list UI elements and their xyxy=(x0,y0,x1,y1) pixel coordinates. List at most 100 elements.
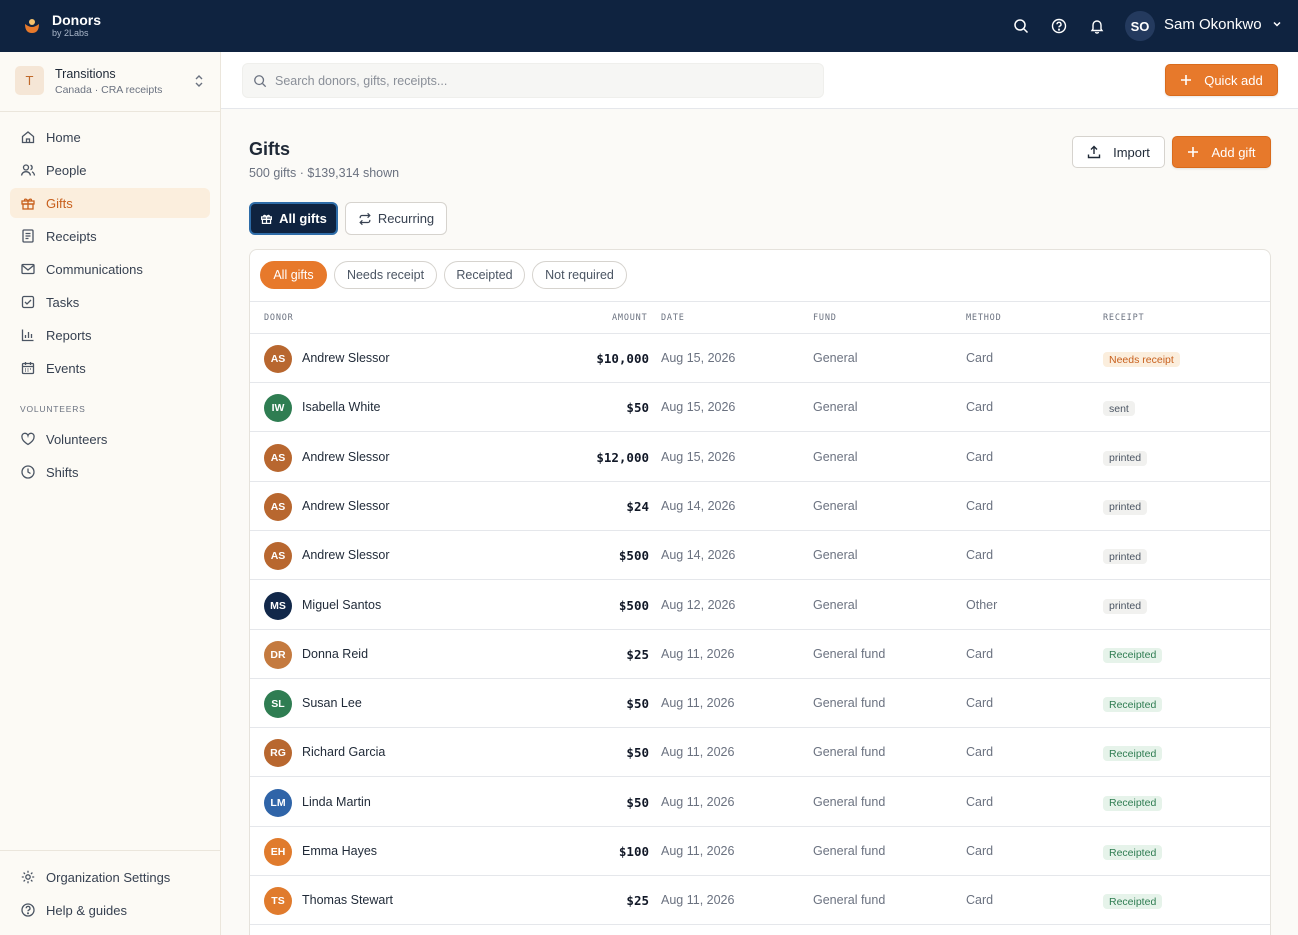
tab-label: All gifts xyxy=(279,211,327,226)
receipt-status-badge: printed xyxy=(1103,549,1148,565)
column-header-receipt[interactable]: RECEIPT xyxy=(1103,313,1144,323)
plus-icon xyxy=(1188,147,1199,157)
search-icon[interactable] xyxy=(1010,15,1032,37)
gear-icon xyxy=(21,870,35,884)
org-switcher[interactable]: T Transitions Canada · CRA receipts xyxy=(0,52,220,112)
filter-needs-receipt[interactable]: Needs receipt xyxy=(334,261,437,289)
gift-method: Card xyxy=(966,449,994,464)
filter-not-required[interactable]: Not required xyxy=(532,261,627,289)
quick-add-label: Quick add xyxy=(1204,72,1263,88)
gift-method: Other xyxy=(966,597,998,612)
sidebar-item-label: Gifts xyxy=(46,195,73,211)
donor-name[interactable]: Richard Garcia xyxy=(302,745,385,759)
gift-date: Aug 11, 2026 xyxy=(661,646,735,661)
sidebar-item-label: Help & guides xyxy=(46,902,127,918)
page-subtitle: 500 gifts · $139,314 shown xyxy=(249,166,400,180)
filter-receipted[interactable]: Receipted xyxy=(444,261,525,289)
gift-method: Card xyxy=(966,745,994,760)
table-row[interactable]: AS Andrew Slessor $500 Aug 14, 2026 General C… xyxy=(250,531,1270,581)
table-row[interactable]: IW Isabella White $50 Aug 15, 2026 General Ca… xyxy=(250,383,1270,433)
logo-icon xyxy=(25,19,39,33)
receipt-status-badge: printed xyxy=(1103,450,1148,466)
donor-name[interactable]: Thomas Stewart xyxy=(302,893,393,907)
sidebar-item-volunteers[interactable]: Volunteers xyxy=(10,424,210,454)
table-row[interactable]: LM Linda Martin $50 Aug 11, 2026 General fun… xyxy=(250,778,1270,827)
table-row[interactable]: TS Thomas Stewart $25 Aug 11, 2026 General f… xyxy=(250,876,1270,926)
search-input[interactable] xyxy=(275,73,795,88)
user-name[interactable]: Sam Okonkwo xyxy=(1164,16,1262,33)
column-header-amount[interactable]: AMOUNT xyxy=(612,313,648,323)
sidebar-item-shifts[interactable]: Shifts xyxy=(10,457,210,487)
filter-all-gifts[interactable]: All gifts xyxy=(260,261,327,289)
receipt-status-badge: Receipted xyxy=(1103,894,1163,910)
sidebar-item-gifts[interactable]: Gifts xyxy=(10,188,210,218)
gift-amount: $50 xyxy=(626,400,649,416)
tab-recurring[interactable]: Recurring xyxy=(345,202,447,235)
gift-amount: $50 xyxy=(626,745,649,761)
table-row[interactable]: EH Emma Hayes $100 Aug 11, 2026 General fund… xyxy=(250,827,1270,876)
user-avatar[interactable]: SO xyxy=(1125,11,1155,41)
table-row[interactable]: SL Susan Lee $50 Aug 11, 2026 General fund Ca… xyxy=(250,679,1270,729)
gift-date: Aug 11, 2026 xyxy=(661,696,735,711)
nav-section-volunteers: VOLUNTEERS xyxy=(20,404,86,414)
avatar: AS xyxy=(264,443,292,472)
table-row[interactable]: AS Andrew Slessor $12,000 Aug 15, 2026 Gener… xyxy=(250,433,1270,482)
add-gift-button[interactable]: Add gift xyxy=(1172,136,1271,168)
table-row[interactable]: DR Donna Reid $25 Aug 11, 2026 General fund C… xyxy=(250,630,1270,679)
gift-fund: General xyxy=(813,548,858,563)
donor-name[interactable]: Susan Lee xyxy=(302,696,362,710)
receipt-status-badge: printed xyxy=(1103,598,1148,614)
chevron-up-down-icon[interactable] xyxy=(192,73,206,89)
help-icon[interactable] xyxy=(1048,15,1070,37)
column-header-fund[interactable]: FUND xyxy=(813,313,837,323)
column-header-method[interactable]: METHOD xyxy=(966,313,1002,323)
brand[interactable]: Donors by 2Labs xyxy=(52,12,101,39)
gift-method: Card xyxy=(966,893,994,908)
search-box[interactable] xyxy=(242,63,824,98)
donor-name[interactable]: Miguel Santos xyxy=(302,598,381,612)
avatar: LM xyxy=(264,788,292,817)
donor-name[interactable]: Donna Reid xyxy=(302,647,368,661)
gift-date: Aug 14, 2026 xyxy=(661,498,736,513)
gift-fund: General fund xyxy=(813,646,886,661)
table-row[interactable]: RG Richard Garcia $50 Aug 11, 2026 General f… xyxy=(250,728,1270,778)
sidebar-item-communications[interactable]: Communications xyxy=(10,254,210,284)
chevron-down-icon[interactable] xyxy=(1271,18,1283,30)
gift-method: Card xyxy=(966,351,994,365)
gift-amount: $500 xyxy=(618,548,649,564)
sidebar-item-organization-settings[interactable]: Organization Settings xyxy=(10,862,210,892)
donor-name[interactable]: Andrew Slessor xyxy=(302,499,390,513)
column-header-donor[interactable]: DONOR xyxy=(264,313,294,323)
sidebar-item-events[interactable]: Events xyxy=(10,353,210,383)
quick-add-button[interactable]: Quick add xyxy=(1165,64,1278,96)
gift-date: Aug 12, 2026 xyxy=(661,597,736,612)
donor-name[interactable]: Isabella White xyxy=(302,400,381,414)
sidebar-item-receipts[interactable]: Receipts xyxy=(10,221,210,251)
home-icon xyxy=(21,131,35,144)
gift-date: Aug 11, 2026 xyxy=(661,745,735,760)
donor-name[interactable]: Andrew Slessor xyxy=(302,548,390,562)
donor-name[interactable]: Emma Hayes xyxy=(302,844,377,858)
table-row[interactable]: AS Andrew Slessor $10,000 Aug 15, 2026 Gener… xyxy=(250,334,1270,383)
org-avatar: T xyxy=(15,66,44,95)
sidebar-item-reports[interactable]: Reports xyxy=(10,320,210,350)
table-row[interactable]: MS Miguel Santos $500 Aug 12, 2026 General Ot… xyxy=(250,581,1270,630)
gift-fund: General xyxy=(813,351,858,365)
add-gift-label: Add gift xyxy=(1211,144,1256,160)
sidebar-item-help-guides[interactable]: Help & guides xyxy=(10,895,210,925)
sidebar-item-home[interactable]: Home xyxy=(10,122,210,152)
bell-icon[interactable] xyxy=(1086,15,1108,37)
sidebar-item-label: Reports xyxy=(46,327,92,343)
tab-all-gifts[interactable]: All gifts xyxy=(249,202,338,235)
avatar: IW xyxy=(264,394,292,423)
help-circle-icon xyxy=(21,903,35,917)
donor-name[interactable]: Linda Martin xyxy=(302,795,371,809)
column-header-date[interactable]: DATE xyxy=(661,313,685,323)
sidebar-item-people[interactable]: People xyxy=(10,155,210,185)
repeat-icon xyxy=(359,212,371,225)
table-row[interactable]: AS Andrew Slessor $24 Aug 14, 2026 General Ca… xyxy=(250,482,1270,531)
donor-name[interactable]: Andrew Slessor xyxy=(302,351,390,365)
import-button[interactable]: Import xyxy=(1072,136,1165,168)
donor-name[interactable]: Andrew Slessor xyxy=(302,450,390,464)
sidebar-item-tasks[interactable]: Tasks xyxy=(10,287,210,317)
